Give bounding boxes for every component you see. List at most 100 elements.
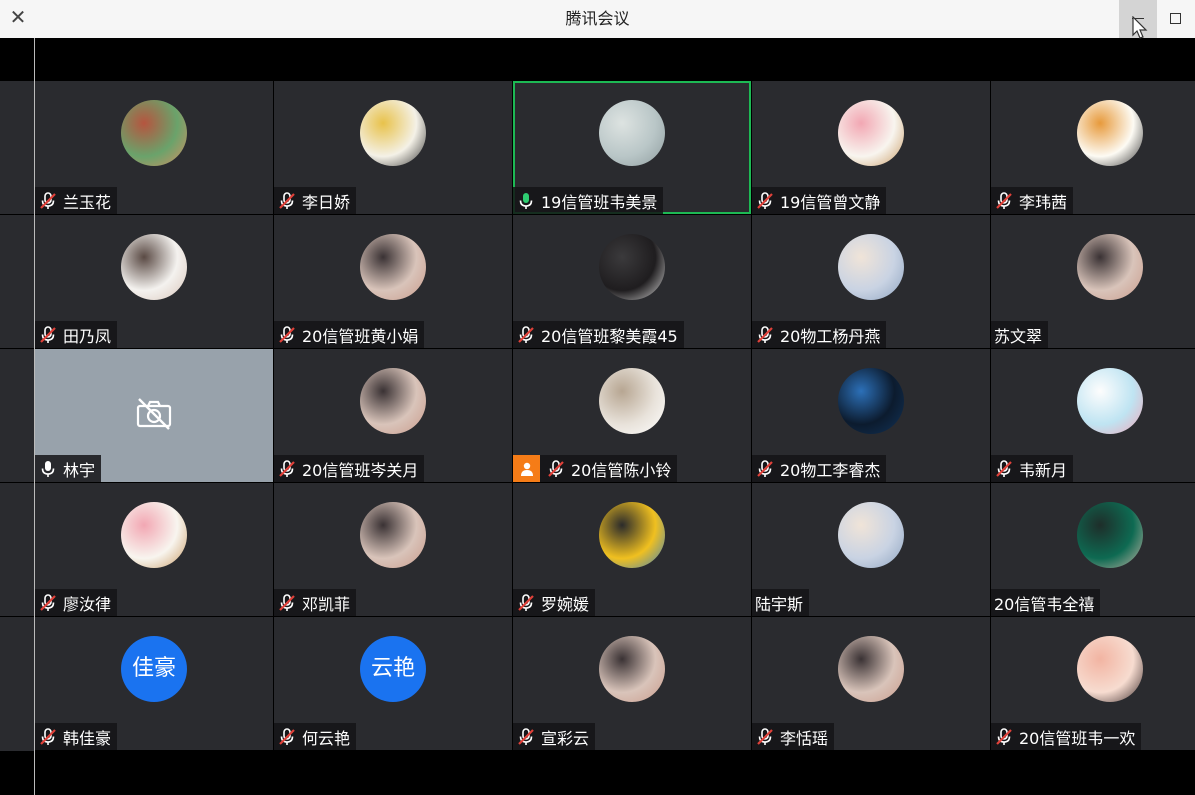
participant-tile[interactable]: 李恬瑶 (752, 617, 990, 750)
avatar (838, 502, 904, 568)
participant-tile[interactable]: 韦新月 (991, 349, 1195, 482)
participant-name: 韦新月 (1019, 460, 1068, 480)
participant-name-label: 20信管班黄小娟 (274, 321, 425, 348)
maximize-button[interactable] (1157, 0, 1195, 38)
participant-tile[interactable]: 田乃凤 (35, 215, 273, 348)
mic-muted-icon (518, 593, 534, 611)
participant-tile[interactable]: 云艳 何云艳 (274, 617, 512, 750)
participant-name: 苏文翠 (994, 326, 1043, 346)
avatar (599, 100, 665, 166)
participant-name-label: 邓凯菲 (274, 589, 357, 616)
participant-name: 兰玉花 (63, 192, 112, 212)
video-grid: 兰玉花 李日娇 19信管班韦美景 19信管曾文静 李玮茜田乃凤 20信管班黄小娟 20信管班… (35, 81, 1195, 751)
avatar (838, 368, 904, 434)
participant-tile[interactable]: 19信管班韦美景 (513, 81, 751, 214)
participant-name-label: 苏文翠 (991, 321, 1049, 348)
participant-tile[interactable]: 20物工杨丹燕 (752, 215, 990, 348)
participant-name: 20信管班黎美霞45 (541, 326, 678, 346)
participant-name-label: 20物工李睿杰 (752, 455, 887, 482)
avatar (121, 234, 187, 300)
participant-name: 田乃凤 (63, 326, 112, 346)
camera-off-icon (136, 398, 172, 430)
avatar (121, 502, 187, 568)
participant-tile[interactable]: 20信管班黎美霞45 (513, 215, 751, 348)
mouse-cursor-icon (1132, 16, 1148, 39)
participant-name: 20信管陈小铃 (571, 460, 672, 480)
participant-name-label: 李恬瑶 (752, 723, 835, 750)
mic-muted-icon (279, 593, 295, 611)
participant-name: 罗婉媛 (541, 594, 590, 614)
avatar (838, 100, 904, 166)
avatar (599, 502, 665, 568)
participant-tile[interactable]: 林宇 (35, 349, 273, 482)
participant-name: 陆宇斯 (755, 594, 804, 614)
window-title: 腾讯会议 (565, 9, 630, 28)
participant-name: 李玮茜 (1019, 192, 1068, 212)
mic-muted-icon (279, 325, 295, 343)
participant-tile[interactable]: 19信管曾文静 (752, 81, 990, 214)
participant-tile[interactable]: 李日娇 (274, 81, 512, 214)
participant-name: 20物工杨丹燕 (780, 326, 881, 346)
participant-name: 宣彩云 (541, 728, 590, 748)
participant-tile[interactable]: 罗婉媛 (513, 483, 751, 616)
participant-tile[interactable]: 兰玉花 (35, 81, 273, 214)
participant-name-label: 宣彩云 (513, 723, 596, 750)
participant-name: 20信管韦全禧 (994, 594, 1095, 614)
participant-tile[interactable]: 20信管韦全禧 (991, 483, 1195, 616)
participant-name: 19信管班韦美景 (541, 192, 658, 212)
host-icon (513, 455, 540, 482)
participant-name: 20信管班韦一欢 (1019, 728, 1136, 748)
participant-name-label: 20信管班黎美霞45 (513, 321, 684, 348)
avatar: 佳豪 (121, 636, 187, 702)
mic-muted-icon (757, 325, 773, 343)
title-bar: ✕ 腾讯会议 (0, 0, 1195, 38)
avatar (1077, 100, 1143, 166)
avatar (360, 234, 426, 300)
avatar (1077, 368, 1143, 434)
mic-muted-icon (40, 325, 56, 343)
participant-tile[interactable]: 20信管陈小铃 (513, 349, 751, 482)
participant-name: 廖汝律 (63, 594, 112, 614)
mic-on-icon (41, 460, 55, 477)
mic-muted-icon (996, 191, 1012, 209)
participant-name-label: 韦新月 (991, 455, 1074, 482)
left-strip (0, 81, 34, 751)
participant-name-label: 李日娇 (274, 187, 357, 214)
mic-muted-icon (40, 727, 56, 745)
participant-tile[interactable]: 邓凯菲 (274, 483, 512, 616)
participant-name-label: 20信管班岑关月 (274, 455, 425, 482)
avatar (599, 368, 665, 434)
avatar (360, 368, 426, 434)
participant-name-label: 20信管韦全禧 (991, 589, 1101, 616)
participant-name: 19信管曾文静 (780, 192, 881, 212)
mic-muted-icon (757, 459, 773, 477)
participant-tile[interactable]: 20信管班韦一欢 (991, 617, 1195, 750)
participant-tile[interactable]: 李玮茜 (991, 81, 1195, 214)
participant-tile[interactable]: 20信管班黄小娟 (274, 215, 512, 348)
mic-speaking-icon (519, 192, 533, 209)
mic-muted-icon (518, 727, 534, 745)
participant-name: 20信管班岑关月 (302, 460, 419, 480)
participant-tile[interactable]: 宣彩云 (513, 617, 751, 750)
participant-name: 林宇 (63, 460, 96, 480)
participant-tile[interactable]: 20信管班岑关月 (274, 349, 512, 482)
maximize-icon (1170, 13, 1181, 24)
mic-muted-icon (279, 727, 295, 745)
participant-name-label: 田乃凤 (35, 321, 118, 348)
participant-tile[interactable]: 廖汝律 (35, 483, 273, 616)
participant-name-label: 李玮茜 (991, 187, 1074, 214)
mic-muted-icon (548, 459, 564, 477)
participant-name: 韩佳豪 (63, 728, 112, 748)
mic-muted-icon (996, 727, 1012, 745)
participant-name-label: 韩佳豪 (35, 723, 118, 750)
avatar (121, 100, 187, 166)
participant-tile[interactable]: 20物工李睿杰 (752, 349, 990, 482)
avatar (599, 636, 665, 702)
participant-tile[interactable]: 苏文翠 (991, 215, 1195, 348)
avatar (360, 502, 426, 568)
participant-tile[interactable]: 佳豪韩佳豪 (35, 617, 273, 750)
participant-tile[interactable]: 陆宇斯 (752, 483, 990, 616)
participant-name: 邓凯菲 (302, 594, 351, 614)
mic-muted-icon (757, 727, 773, 745)
avatar (599, 234, 665, 300)
